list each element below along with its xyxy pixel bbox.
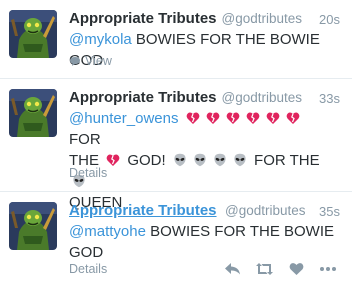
account-handle[interactable]: @godtributes [222, 11, 303, 26]
mention-link[interactable]: @hunter_owens [69, 110, 178, 127]
account-name[interactable]: Appropriate Tributes [69, 202, 217, 219]
details-link[interactable]: Details [69, 262, 107, 276]
mention-link[interactable]: @mykola [69, 31, 132, 48]
tweet-body-for-the: FOR THE [254, 152, 320, 169]
chat-bubble-icon [70, 57, 80, 66]
timestamp[interactable]: 35s [319, 204, 340, 219]
alien-icon [233, 153, 247, 167]
tweet-body-for: FOR [69, 131, 101, 148]
account-name[interactable]: Appropriate Tributes @godtributes [69, 10, 302, 27]
details-link[interactable]: Details [69, 166, 107, 180]
like-icon[interactable] [286, 261, 306, 277]
avatar[interactable] [9, 10, 57, 58]
broken-heart-icon [186, 111, 200, 125]
timeline: Appropriate Tributes @godtributes 20s @my… [0, 0, 352, 288]
tweet[interactable]: Appropriate Tributes @godtributes 20s @my… [0, 0, 352, 78]
account-name[interactable]: Appropriate Tributes @godtributes [69, 89, 302, 106]
broken-heart-icon [206, 111, 220, 125]
account-handle[interactable]: @godtributes [225, 203, 306, 218]
broken-heart-icon [106, 153, 120, 167]
display-name[interactable]: Appropriate Tributes [69, 10, 217, 27]
broken-heart-icon [286, 111, 300, 125]
tweet[interactable]: Appropriate Tributes @godtributes 35s @m… [0, 192, 352, 288]
more-icon[interactable] [318, 261, 338, 277]
broken-heart-icon [226, 111, 240, 125]
tweet-body-god: GOD! [127, 152, 166, 169]
timestamp[interactable]: 33s [319, 91, 340, 106]
tweet-text: @mattyohe BOWIES FOR THE BOWIE GOD [69, 221, 337, 263]
timestamp[interactable]: 20s [319, 12, 340, 27]
display-name[interactable]: Appropriate Tributes [69, 89, 217, 106]
broken-heart-icon [246, 111, 260, 125]
display-name[interactable]: Appropriate Tributes [69, 202, 217, 219]
broken-heart-icon [266, 111, 280, 125]
view-link[interactable]: View [69, 54, 112, 68]
alien-icon [173, 153, 187, 167]
alien-icon [213, 153, 227, 167]
retweet-icon[interactable] [254, 261, 274, 277]
tweet[interactable]: Appropriate Tributes @godtributes 33s @hu… [0, 79, 352, 211]
avatar[interactable] [9, 89, 57, 137]
tweet-actions [222, 261, 338, 277]
view-label[interactable]: View [85, 54, 112, 68]
account-handle[interactable]: @godtributes [222, 90, 303, 105]
alien-icon [193, 153, 207, 167]
reply-icon[interactable] [222, 261, 242, 277]
avatar[interactable] [9, 202, 57, 250]
mention-link[interactable]: @mattyohe [69, 223, 146, 240]
account-handle-wrap: @godtributes [225, 202, 306, 219]
